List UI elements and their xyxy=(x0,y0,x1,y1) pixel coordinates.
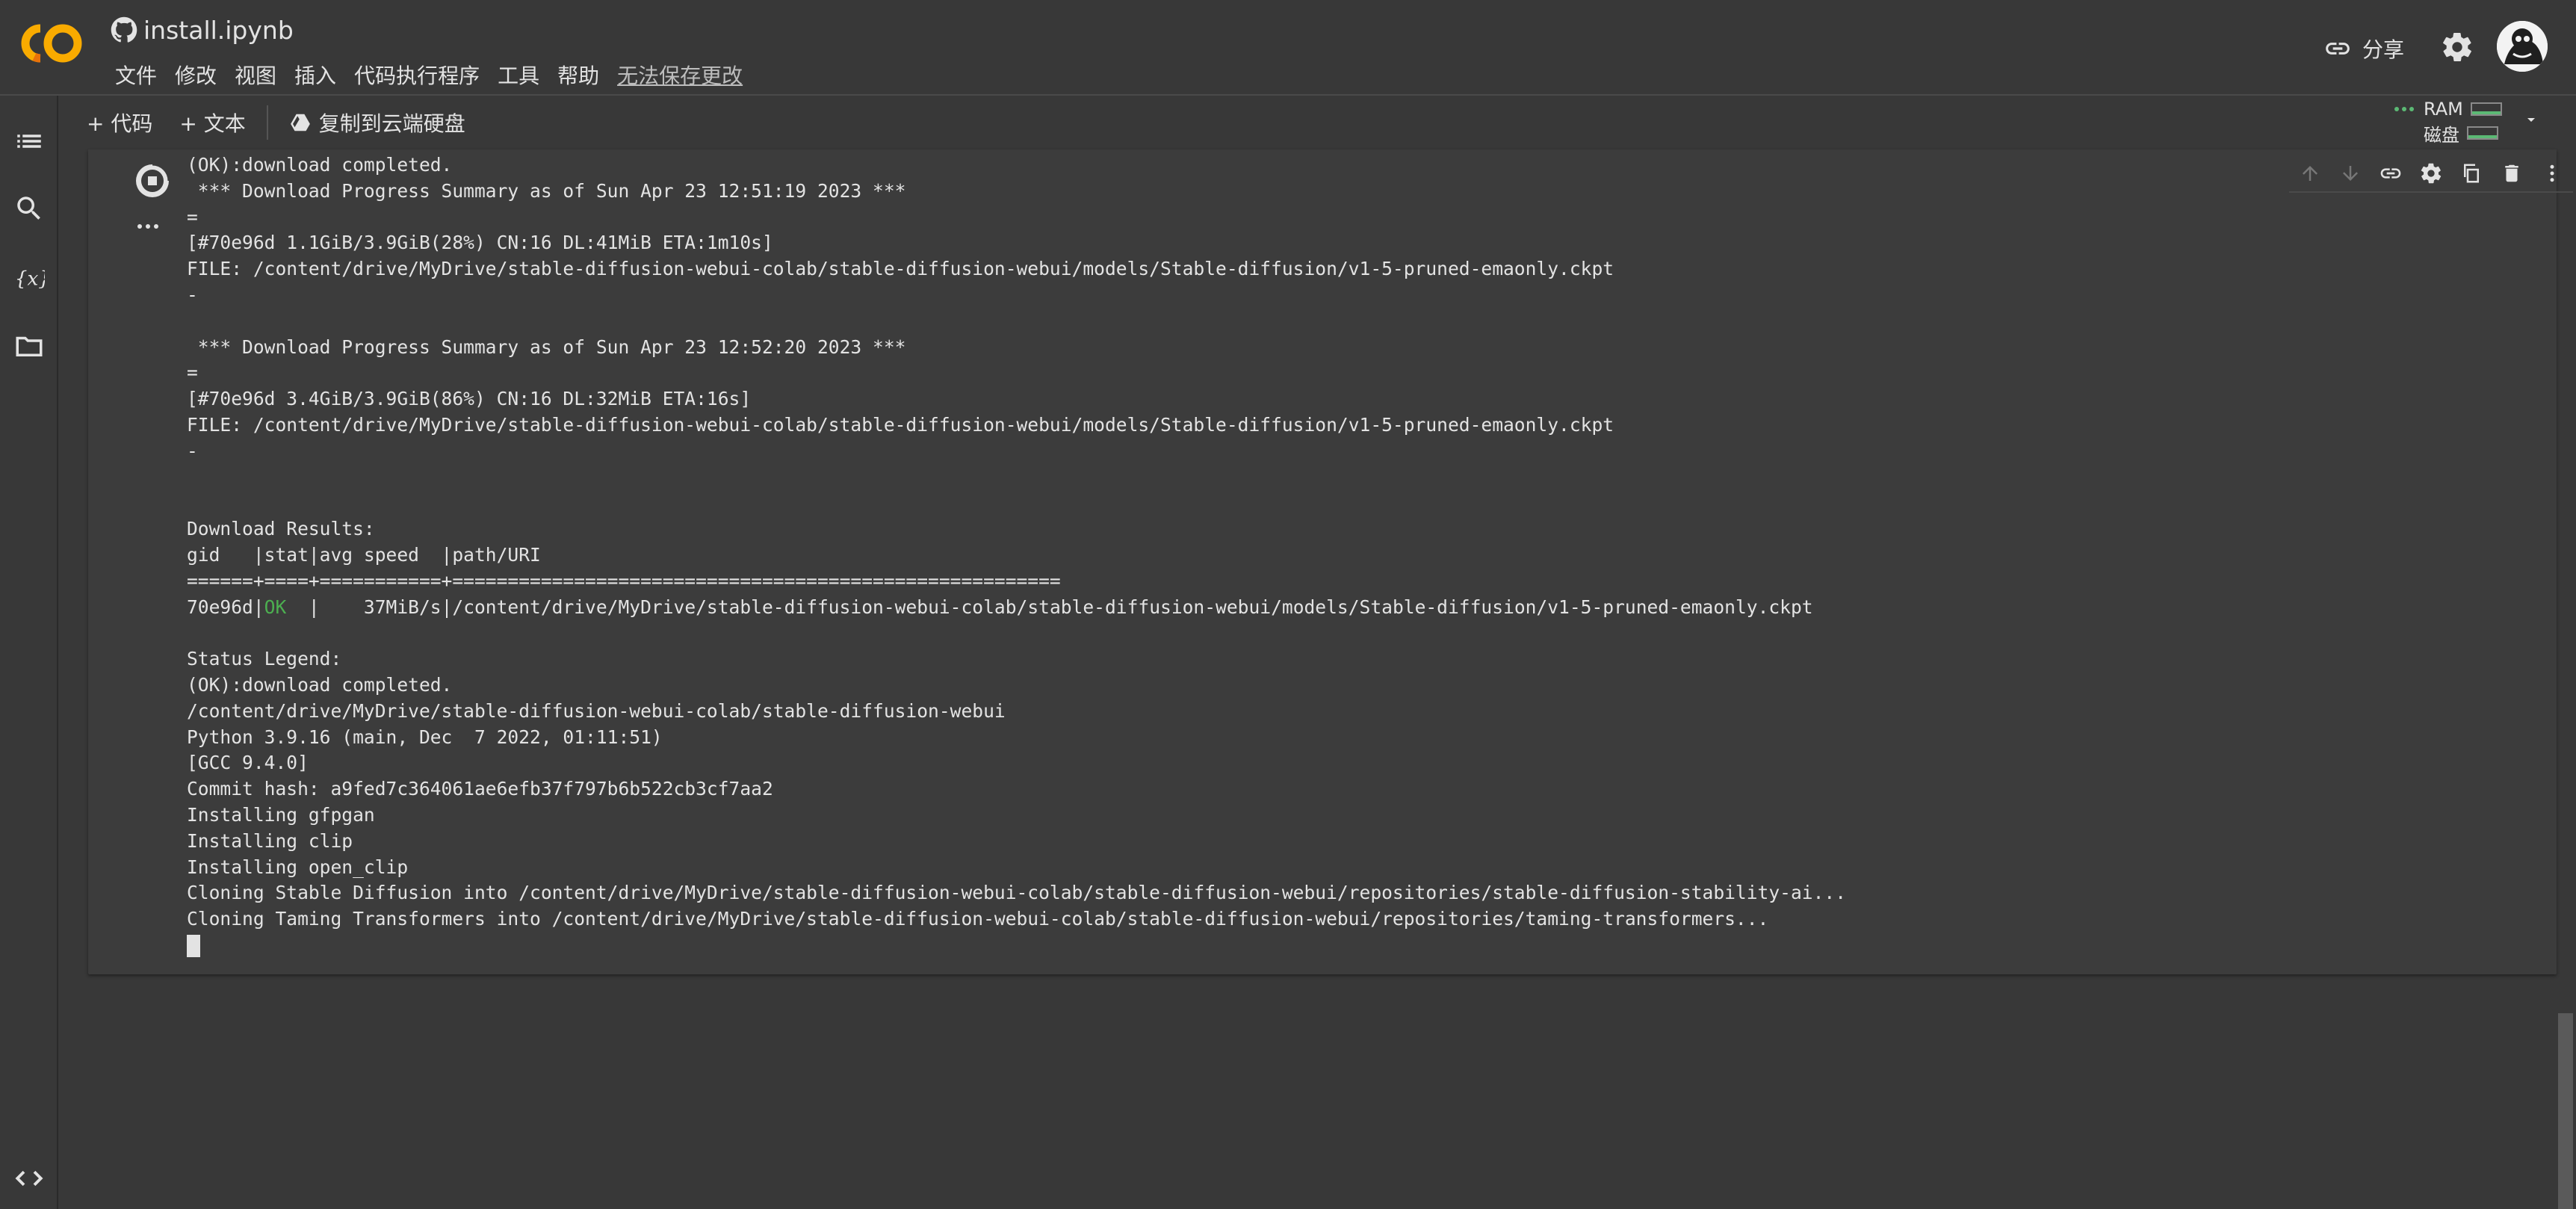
output-line: = xyxy=(187,205,198,228)
variables-icon[interactable]: {x} xyxy=(13,262,45,293)
ram-label: RAM xyxy=(2424,99,2463,120)
cell-toolbar xyxy=(2289,155,2573,193)
output-line: *** Download Progress Summary as of Sun … xyxy=(187,336,906,358)
menu-runtime[interactable]: 代码执行程序 xyxy=(345,57,489,93)
code-snippets-icon[interactable] xyxy=(13,1163,45,1194)
arrow-down-icon[interactable] xyxy=(2334,157,2367,190)
connected-dots-icon xyxy=(2394,107,2414,111)
github-icon xyxy=(111,16,137,43)
output-line: Python 3.9.16 (main, Dec 7 2022, 01:11:5… xyxy=(187,726,663,748)
header: install.ipynb 文件 修改 视图 插入 代码执行程序 工具 帮助 无… xyxy=(0,0,2576,96)
notebook-toolbar: + 代码 + 文本 复制到云端硬盘 RAM 磁盘 xyxy=(58,96,2576,149)
add-code-label: + 代码 xyxy=(87,111,153,136)
output-line: [#70e96d 3.4GiB/3.9GiB(86%) CN:16 DL:32M… xyxy=(187,388,752,410)
gear-icon[interactable] xyxy=(2415,157,2447,190)
output-line: Installing clip xyxy=(187,829,353,852)
download-result-row: 70e96d|OK | 37MiB/s|/content/drive/MyDri… xyxy=(187,595,1846,621)
copy-to-drive-button[interactable]: 复制到云端硬盘 xyxy=(276,102,479,143)
share-button[interactable]: 分享 xyxy=(2323,30,2404,67)
drive-icon xyxy=(290,114,310,132)
avatar[interactable] xyxy=(2497,21,2548,72)
share-label: 分享 xyxy=(2362,37,2405,62)
output-line: - xyxy=(187,283,198,306)
output-line: *** Download Progress Summary as of Sun … xyxy=(187,179,906,202)
output-line: Cloning Taming Transformers into /conten… xyxy=(187,908,1769,930)
menu-file[interactable]: 文件 xyxy=(106,57,166,93)
add-text-button[interactable]: + 文本 xyxy=(166,102,258,143)
result-speed-path: | 37MiB/s|/content/drive/MyDrive/stable-… xyxy=(286,596,1813,618)
unsaved-changes-link[interactable]: 无法保存更改 xyxy=(608,57,752,93)
cell-output: (OK):download completed. *** Download Pr… xyxy=(187,152,1846,959)
output-line: Installing open_clip xyxy=(187,856,409,878)
result-status-ok: OK xyxy=(264,596,287,618)
stop-icon[interactable] xyxy=(133,161,172,200)
menu-edit[interactable]: 修改 xyxy=(166,57,226,93)
copy-to-drive-label: 复制到云端硬盘 xyxy=(318,111,465,136)
ram-bar xyxy=(2470,102,2502,116)
output-line: [GCC 9.4.0] xyxy=(187,752,309,774)
colab-logo[interactable] xyxy=(18,21,85,66)
menu-view[interactable]: 视图 xyxy=(226,57,285,93)
output-line: Installing gfpgan xyxy=(187,803,375,826)
notebook-title[interactable]: install.ipynb xyxy=(111,13,294,46)
side-rail: {x} xyxy=(0,96,58,1209)
output-line: [#70e96d 1.1GiB/3.9GiB(28%) CN:16 DL:41M… xyxy=(187,232,773,254)
code-cell[interactable]: (OK):download completed. *** Download Pr… xyxy=(88,149,2573,974)
output-line: Commit hash: a9fed7c364061ae6efb37f797b6… xyxy=(187,778,773,800)
svg-text:{x}: {x} xyxy=(15,268,45,291)
add-text-label: + 文本 xyxy=(179,111,246,136)
delete-icon[interactable] xyxy=(2495,157,2528,190)
notebook-area: (OK):download completed. *** Download Pr… xyxy=(58,149,2576,1209)
output-line: = xyxy=(187,362,198,384)
add-code-button[interactable]: + 代码 xyxy=(73,102,166,143)
menu-tools[interactable]: 工具 xyxy=(489,57,548,93)
cursor-block xyxy=(187,934,200,957)
disk-label: 磁盘 xyxy=(2424,124,2459,146)
result-gid: 70e96d| xyxy=(187,596,264,618)
chevron-down-icon[interactable] xyxy=(2522,111,2540,129)
more-horiz-icon[interactable] xyxy=(136,221,160,232)
output-cursor xyxy=(187,933,1846,959)
avatar-image xyxy=(2497,21,2548,72)
output-line: Download Results: xyxy=(187,518,375,540)
scrollbar-thumb[interactable] xyxy=(2558,1013,2573,1209)
resources-indicator[interactable]: RAM 磁盘 xyxy=(2394,97,2521,146)
copy-icon[interactable] xyxy=(2455,157,2488,190)
output-line: (OK):download completed. xyxy=(187,154,453,176)
folder-icon[interactable] xyxy=(13,330,45,362)
table-of-contents-icon[interactable] xyxy=(13,126,45,157)
menu-insert[interactable]: 插入 xyxy=(285,57,345,93)
link-icon xyxy=(2326,43,2350,55)
more-vert-icon[interactable] xyxy=(2536,157,2569,190)
link-icon[interactable] xyxy=(2374,157,2407,190)
output-line: /content/drive/MyDrive/stable-diffusion-… xyxy=(187,699,1006,722)
output-line: FILE: /content/drive/MyDrive/stable-diff… xyxy=(187,258,1614,280)
output-line: (OK):download completed. xyxy=(187,673,453,696)
output-line: - xyxy=(187,439,198,462)
output-line: gid |stat|avg speed |path/URI xyxy=(187,543,541,566)
arrow-up-icon[interactable] xyxy=(2294,157,2326,190)
menubar: 文件 修改 视图 插入 代码执行程序 工具 帮助 无法保存更改 xyxy=(106,57,752,93)
output-line: Status Legend: xyxy=(187,648,342,670)
menu-help[interactable]: 帮助 xyxy=(548,57,608,93)
output-line: FILE: /content/drive/MyDrive/stable-diff… xyxy=(187,413,1614,436)
output-line: Cloning Stable Diffusion into /content/d… xyxy=(187,882,1847,904)
toolbar-divider xyxy=(266,105,268,140)
output-line: ======+====+===========+================… xyxy=(187,569,1061,592)
notebook-title-text: install.ipynb xyxy=(143,15,294,45)
disk-bar xyxy=(2467,126,2498,140)
search-icon[interactable] xyxy=(13,193,45,224)
gear-icon[interactable] xyxy=(2440,30,2474,64)
